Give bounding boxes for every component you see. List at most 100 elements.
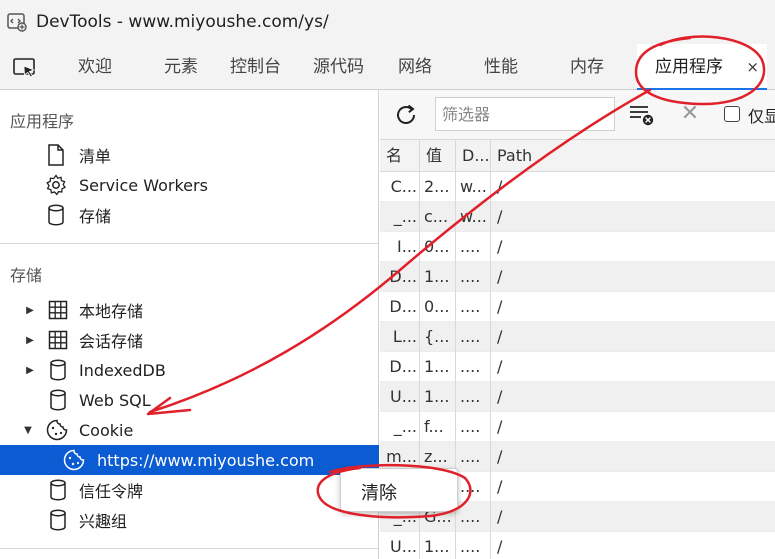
- grid-icon: [47, 329, 69, 351]
- expand-arrow-icon[interactable]: ▶: [24, 304, 36, 316]
- sidebar-item-interest-groups[interactable]: 兴趣组: [0, 505, 379, 535]
- cell-path: /: [497, 327, 503, 346]
- cell-domain: ....: [456, 412, 491, 442]
- section-title-storage: 存储: [10, 266, 43, 285]
- cell-domain: w...: [456, 172, 491, 202]
- sidebar-item-storage-overview[interactable]: 存储: [0, 200, 379, 230]
- cell-path: /: [497, 537, 503, 556]
- devtools-icon: [6, 11, 28, 33]
- database-icon: [47, 389, 69, 411]
- cookie-icon: [63, 449, 85, 471]
- table-row[interactable]: _... f....... /: [380, 412, 775, 442]
- context-menu-clear[interactable]: 清除: [361, 479, 397, 505]
- sidebar-item-label: 信任令牌: [79, 482, 144, 501]
- column-header-domain[interactable]: D...: [456, 140, 491, 172]
- only-show-issues-checkbox[interactable]: [724, 106, 740, 122]
- cell-name: C...: [380, 172, 420, 202]
- main-tab-bar: 欢迎 元素 控制台 源代码 网络 性能 内存 应用程序 ×: [0, 44, 775, 90]
- table-row[interactable]: _... c... w... /: [380, 202, 775, 232]
- table-row[interactable]: U... 1....... /: [380, 382, 775, 412]
- sidebar-item-cookie[interactable]: ▼ Cookie: [0, 415, 379, 445]
- table-row[interactable]: D... 0....... /: [380, 292, 775, 322]
- table-header: 名 值 D... Path: [380, 140, 775, 172]
- column-header-value[interactable]: 值: [420, 140, 456, 172]
- cell-name: U...: [380, 382, 420, 412]
- expand-arrow-icon[interactable]: ▶: [24, 364, 36, 376]
- inspect-element-icon[interactable]: [12, 56, 38, 80]
- table-row[interactable]: L... {....... /: [380, 322, 775, 352]
- database-icon: [47, 359, 69, 381]
- sidebar-item-label: 本地存储: [79, 302, 144, 321]
- column-header-path[interactable]: Path: [491, 140, 775, 172]
- tab-sources[interactable]: 源代码: [313, 44, 364, 90]
- tab-network[interactable]: 网络: [398, 44, 432, 90]
- tab-application-label: 应用程序: [655, 57, 723, 77]
- cookie-toolbar: ✕ 仅显: [380, 90, 775, 140]
- context-menu: 清除: [340, 468, 458, 512]
- sidebar-item-label: https://www.miyoushe.com: [97, 450, 315, 470]
- tab-welcome[interactable]: 欢迎: [78, 44, 112, 90]
- sidebar-item-service-workers[interactable]: Service Workers: [0, 170, 379, 200]
- document-icon: [45, 144, 67, 166]
- application-sidebar: 应用程序 清单 Service Workers 存储 存储 ▶ 本地存储 ▶ 会…: [0, 90, 379, 559]
- tab-application[interactable]: 应用程序 ×: [637, 44, 767, 90]
- sidebar-item-session-storage[interactable]: ▶ 会话存储: [0, 325, 379, 355]
- table-row[interactable]: C... 2... w... /: [380, 172, 775, 202]
- sidebar-item-label: 存储: [79, 207, 112, 226]
- cell-path: /: [497, 177, 503, 196]
- sidebar-item-indexeddb[interactable]: ▶ IndexedDB: [0, 355, 379, 385]
- cell-value: {...: [420, 322, 456, 352]
- title-bar: DevTools - www.miyoushe.com/ys/: [0, 0, 775, 44]
- cell-value: c...: [420, 202, 456, 232]
- cell-name: U...: [380, 532, 420, 559]
- filter-input[interactable]: [435, 97, 615, 131]
- database-icon: [47, 479, 69, 501]
- collapse-arrow-icon[interactable]: ▼: [22, 424, 34, 436]
- sidebar-item-cookie-origin[interactable]: https://www.miyoushe.com: [0, 445, 379, 475]
- cell-path: /: [497, 387, 503, 406]
- cell-path: /: [497, 447, 503, 466]
- section-title-application: 应用程序: [10, 112, 75, 131]
- sidebar-item-label: IndexedDB: [79, 360, 166, 380]
- window-title: DevTools - www.miyoushe.com/ys/: [36, 12, 329, 32]
- tab-memory[interactable]: 内存: [570, 44, 604, 90]
- table-row[interactable]: I... 0....... /: [380, 232, 775, 262]
- cell-path: /: [497, 357, 503, 376]
- table-row[interactable]: D... 1....... /: [380, 352, 775, 382]
- cell-domain: ....: [456, 292, 491, 322]
- cell-name: I...: [380, 232, 420, 262]
- table-row[interactable]: U... 1....... /: [380, 532, 775, 559]
- refresh-icon[interactable]: [392, 101, 420, 129]
- sidebar-item-trust-tokens[interactable]: 信任令牌: [0, 475, 379, 505]
- cell-domain: ....: [456, 322, 491, 352]
- sidebar-item-label: Web SQL: [79, 390, 151, 410]
- table-row[interactable]: D... 1....... /: [380, 262, 775, 292]
- column-header-name[interactable]: 名: [380, 140, 420, 172]
- sidebar-item-web-sql[interactable]: Web SQL: [0, 385, 379, 415]
- cell-path: /: [497, 417, 503, 436]
- clear-filtered-cookies-icon[interactable]: [628, 103, 656, 127]
- cell-name: D...: [380, 262, 420, 292]
- cell-domain: ....: [456, 532, 491, 559]
- sidebar-item-label: 会话存储: [79, 332, 144, 351]
- cell-domain: ....: [456, 232, 491, 262]
- sidebar-item-label: 兴趣组: [79, 512, 128, 531]
- sidebar-item-manifest[interactable]: 清单: [0, 140, 379, 170]
- cell-path: /: [497, 477, 503, 496]
- tab-console[interactable]: 控制台: [230, 44, 281, 90]
- section-divider: [0, 548, 379, 549]
- cell-value: 1...: [420, 532, 456, 559]
- close-tab-icon[interactable]: ×: [746, 44, 759, 90]
- sidebar-item-local-storage[interactable]: ▶ 本地存储: [0, 295, 379, 325]
- cell-name: _...: [380, 202, 420, 232]
- section-divider: [0, 243, 379, 244]
- cell-name: _...: [380, 412, 420, 442]
- delete-selected-icon[interactable]: ✕: [678, 100, 702, 128]
- cell-value: 0...: [420, 292, 456, 322]
- tab-performance[interactable]: 性能: [484, 44, 518, 90]
- database-icon: [47, 509, 69, 531]
- gear-icon: [45, 174, 67, 196]
- expand-arrow-icon[interactable]: ▶: [24, 334, 36, 346]
- tab-elements[interactable]: 元素: [164, 44, 198, 90]
- cell-name: D...: [380, 352, 420, 382]
